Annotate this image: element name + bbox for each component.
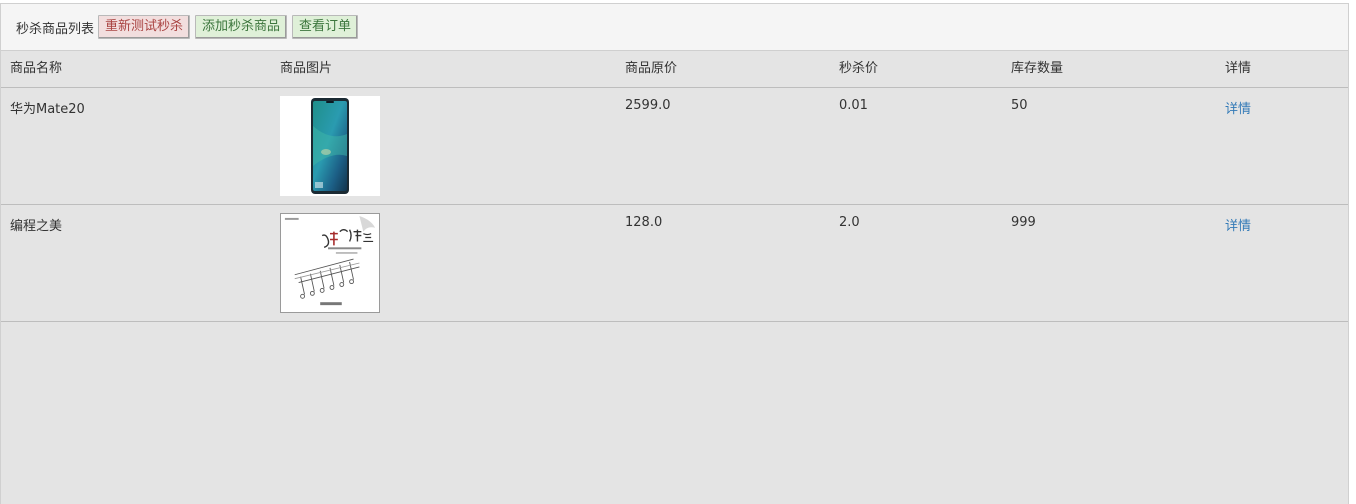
add-seckill-goods-button[interactable]: 添加秒杀商品 [195,15,288,39]
detail-cell: 详情 [1216,204,1348,322]
stock-count: 50 [1002,87,1216,205]
original-price: 128.0 [616,204,830,322]
column-header-original-price: 商品原价 [616,51,830,88]
panel-heading: 秒杀商品列表 重新测试秒杀 添加秒杀商品 查看订单 [1,4,1348,51]
column-header-image: 商品图片 [271,51,616,88]
goods-name: 华为Mate20 [1,87,271,205]
panel-title: 秒杀商品列表 [16,21,95,37]
view-orders-button[interactable]: 查看订单 [292,15,359,39]
column-header-name: 商品名称 [1,51,271,88]
window-edge [1349,0,1356,504]
book-cover-image [280,213,380,313]
detail-link[interactable]: 详情 [1225,102,1251,117]
reset-seckill-button[interactable]: 重新测试秒杀 [98,15,191,39]
seckill-price: 0.01 [830,87,1002,205]
table-row: 华为Mate20 2599.0 0.01 50 详情 [1,87,1348,205]
goods-image-cell [271,87,616,205]
seckill-goods-panel: 秒杀商品列表 重新测试秒杀 添加秒杀商品 查看订单 商品名称 商品图片 商品原价… [0,3,1349,504]
table-row: 编程之美 128.0 2.0 999 详情 [1,204,1348,322]
phone-image [280,96,380,196]
column-header-seckill-price: 秒杀价 [830,51,1002,88]
goods-name: 编程之美 [1,204,271,322]
stock-count: 999 [1002,204,1216,322]
goods-table: 商品名称 商品图片 商品原价 秒杀价 库存数量 详情 华为Mate20 2599… [1,51,1348,322]
original-price: 2599.0 [616,87,830,205]
seckill-price: 2.0 [830,204,1002,322]
detail-cell: 详情 [1216,87,1348,205]
goods-image-cell [271,204,616,322]
table-header-row: 商品名称 商品图片 商品原价 秒杀价 库存数量 详情 [1,51,1348,88]
column-header-stock: 库存数量 [1002,51,1216,88]
detail-link[interactable]: 详情 [1225,219,1251,234]
column-header-detail: 详情 [1216,51,1348,88]
